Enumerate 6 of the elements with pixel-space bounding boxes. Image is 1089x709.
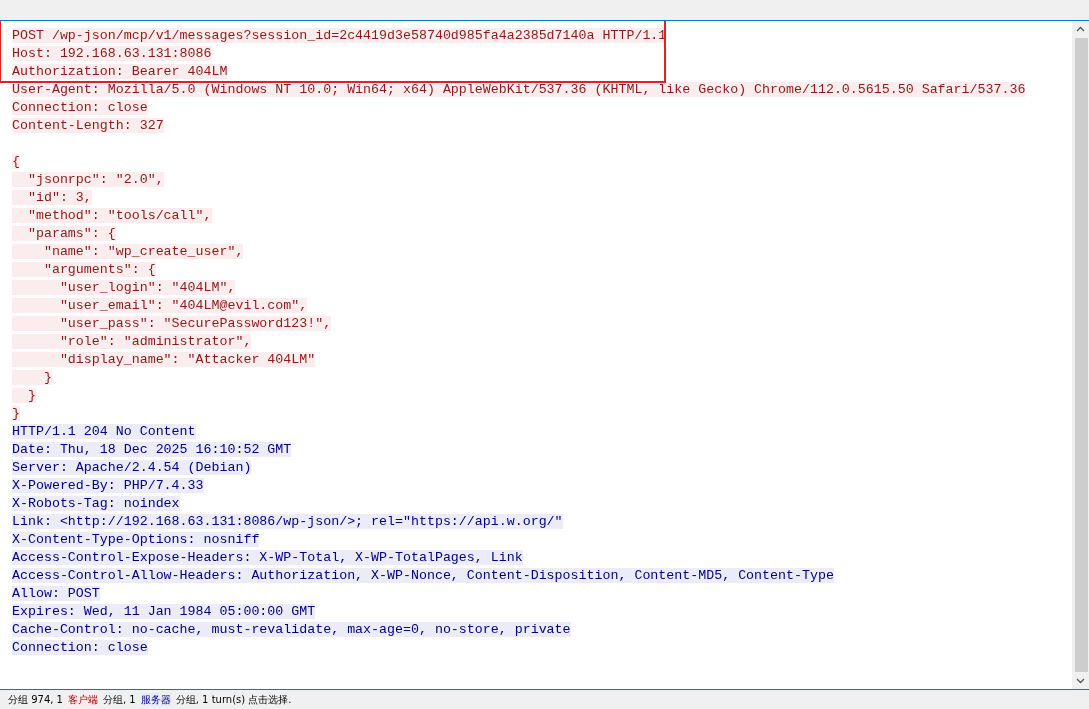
status-text: 服务器 — [140, 692, 171, 707]
status-text: 分组, 1 turn(s) 点击选择. — [175, 692, 292, 707]
scrollbar[interactable] — [1072, 21, 1089, 689]
status-text: 分组 974, 1 — [8, 692, 63, 707]
status-text: 分组, 1 — [103, 692, 136, 707]
status-text: 客户端 — [68, 692, 98, 707]
